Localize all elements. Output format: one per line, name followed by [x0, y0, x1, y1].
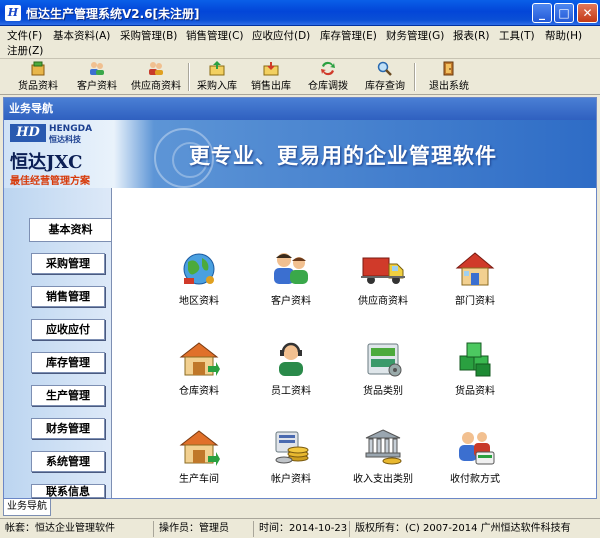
payment-method-icon	[459, 432, 495, 465]
module-accounts[interactable]: 帐户资料	[246, 428, 336, 498]
close-button[interactable]: ✕	[577, 3, 598, 23]
company-logo: HD	[10, 124, 46, 142]
toolbar-separator	[414, 63, 416, 91]
menu-help[interactable]: 帮助(H)	[545, 28, 582, 43]
nav-inventory[interactable]: 库存管理	[31, 352, 105, 373]
toolbar-transfer-button[interactable]: 仓库调拨	[305, 61, 351, 93]
logo-chinese-name: 恒达科技	[49, 135, 81, 144]
status-operator: 操作员：管理员	[156, 521, 254, 537]
truck-icon	[361, 257, 405, 284]
sales-out-icon	[263, 62, 279, 76]
supplier-icon	[149, 62, 163, 75]
toolbar-purchase-in-button[interactable]: 采购入库	[194, 61, 240, 93]
status-copyright: 版权所有：(C) 2007-2014 广州恒达软件科技有	[355, 523, 571, 534]
product-brand: 恒达JXC	[10, 152, 83, 173]
status-account: 帐套：恒达企业管理软件	[2, 521, 154, 537]
goods-cubes-icon	[459, 342, 491, 377]
module-employees[interactable]: 员工资料	[246, 340, 336, 420]
nav-receivables[interactable]: 应收应付	[31, 319, 105, 340]
nav-system[interactable]: 系统管理	[31, 451, 105, 472]
module-goods[interactable]: 货品资料	[430, 340, 520, 420]
employee-headset-icon	[279, 342, 303, 376]
toolbar-customers-button[interactable]: 客户资料	[72, 61, 122, 93]
module-goods-category[interactable]: 货品类别	[338, 340, 428, 420]
menu-reports[interactable]: 报表(R)	[453, 28, 490, 43]
module-customers[interactable]: 客户资料	[246, 250, 336, 330]
menu-bar: 文件(F) 基本资料(A) 采购管理(B) 销售管理(C) 应收应付(D) 库存…	[0, 26, 600, 59]
coins-icon	[275, 431, 309, 464]
side-navigation: 基本资料 采购管理 销售管理 应收应付 库存管理 生产管理 财务管理 系统管理 …	[4, 188, 111, 498]
module-suppliers[interactable]: 供应商资料	[338, 250, 428, 330]
menu-receivables[interactable]: 应收应付(D)	[252, 28, 310, 43]
nav-contact[interactable]: 联系信息	[31, 484, 105, 498]
module-workshop[interactable]: 生产车间	[154, 428, 244, 498]
module-warehouse[interactable]: 仓库资料	[154, 340, 244, 420]
status-bar: 帐套：恒达企业管理软件 操作员：管理员 时间：2014-10-23 版权所有：(…	[0, 518, 600, 538]
nav-finance[interactable]: 财务管理	[31, 418, 105, 439]
banner: HD HENGDA 恒达科技 恒达JXC 最佳经营管理方案 更专业、更易用的企业…	[4, 120, 596, 188]
logo-english-name: HENGDA	[49, 124, 93, 134]
nav-sales[interactable]: 销售管理	[31, 286, 105, 307]
goods-category-icon	[367, 343, 402, 377]
toolbar: 货品资料 客户资料 供应商资料 采购入库 销售出库 仓库调拨 库存查询 退出系统	[0, 59, 600, 95]
workshop-icon	[179, 430, 220, 466]
status-date: 时间：2014-10-23	[256, 521, 350, 537]
title-bar: H 恒达生产管理系统V2.6[未注册] _ □ ✕	[0, 0, 600, 26]
minimize-button[interactable]: _	[532, 3, 552, 23]
toolbar-supplier-button[interactable]: 供应商资料	[128, 61, 184, 93]
nav-basic-data[interactable]: 基本资料	[29, 218, 111, 242]
goods-icon	[31, 61, 45, 76]
menu-finance[interactable]: 财务管理(G)	[386, 28, 444, 43]
globe-icon	[183, 253, 215, 285]
warehouse-icon	[179, 342, 220, 376]
menu-basic-data[interactable]: 基本资料(A)	[53, 28, 110, 43]
tab-business-navigation[interactable]: 业务导航	[3, 499, 51, 516]
module-departments[interactable]: 部门资料	[430, 250, 520, 330]
module-income-expense-category[interactable]: 收入支出类别	[338, 428, 428, 498]
window-title: 恒达生产管理系统V2.6[未注册]	[26, 7, 200, 21]
customers-icon	[274, 253, 308, 284]
menu-inventory[interactable]: 库存管理(E)	[320, 28, 377, 43]
module-grid: 地区资料 客户资料 供应商资料 部门资料 仓库资料 员工资料 货品类别 货品资料…	[111, 188, 596, 498]
module-region[interactable]: 地区资料	[154, 250, 244, 330]
nav-purchase[interactable]: 采购管理	[31, 253, 105, 274]
module-payment-methods[interactable]: 收付款方式	[430, 428, 520, 498]
menu-register[interactable]: 注册(Z)	[7, 43, 43, 58]
panel-title: 业务导航	[4, 98, 596, 120]
maximize-button[interactable]: □	[554, 3, 574, 23]
product-tagline: 最佳经营管理方案	[10, 176, 90, 187]
nav-production[interactable]: 生产管理	[31, 385, 105, 406]
stock-query-icon	[377, 61, 392, 76]
exit-icon	[443, 61, 454, 76]
toolbar-exit-button[interactable]: 退出系统	[424, 61, 474, 93]
menu-purchase[interactable]: 采购管理(B)	[120, 28, 177, 43]
transfer-icon	[321, 61, 335, 76]
purchase-in-icon	[209, 61, 225, 76]
toolbar-sales-out-button[interactable]: 销售出库	[248, 61, 294, 93]
banner-slogan: 更专业、更易用的企业管理软件	[189, 144, 497, 168]
menu-sales[interactable]: 销售管理(C)	[186, 28, 244, 43]
toolbar-separator	[188, 63, 190, 91]
menu-file[interactable]: 文件(F)	[7, 28, 42, 43]
business-navigation-panel: 业务导航 HD HENGDA 恒达科技 恒达JXC 最佳经营管理方案 更专业、更…	[3, 97, 597, 499]
bank-icon	[365, 429, 402, 465]
customers-icon	[90, 62, 104, 75]
toolbar-stock-query-button[interactable]: 库存查询	[362, 61, 408, 93]
toolbar-goods-button[interactable]: 货品资料	[14, 61, 62, 93]
house-icon	[455, 252, 495, 286]
app-icon: H	[5, 5, 21, 21]
menu-tools[interactable]: 工具(T)	[499, 28, 535, 43]
